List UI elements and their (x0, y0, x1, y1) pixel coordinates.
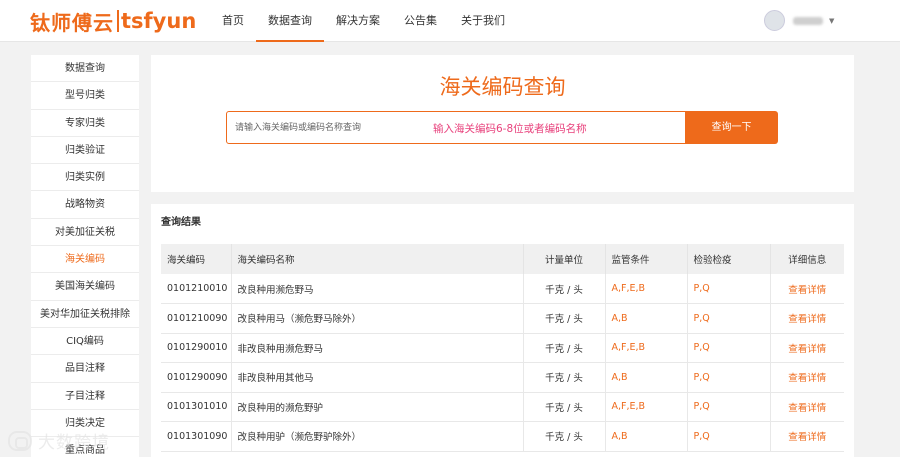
table-row: 0101290090 非改良种用其他马 千克 / 头 A,B P,Q 查看详情 (161, 362, 844, 393)
cell-unit: 千克 / 头 (523, 274, 606, 304)
table-row: 0101301010 改良种用的濒危野驴 千克 / 头 A,F,E,B P,Q … (161, 392, 844, 422)
cell-supervision: A,F,E,B (605, 392, 688, 422)
watermark-logo-icon (8, 430, 32, 451)
avatar[interactable] (764, 10, 785, 31)
cell-supervision: A,F,E,B (605, 333, 688, 363)
logo-divider (117, 10, 119, 32)
sidebar-item-customs-code[interactable]: 海关编码 (31, 246, 139, 274)
cell-code: 0101301010 (161, 392, 232, 422)
cell-unit: 千克 / 头 (523, 303, 606, 334)
user-menu[interactable]: ▼ (764, 10, 834, 31)
cell-supervision: A,F,E,B (605, 274, 688, 304)
cell-inspection: P,Q (687, 274, 771, 304)
cell-inspection: P,Q (687, 362, 771, 393)
view-detail-link[interactable]: 查看详情 (770, 333, 844, 363)
results-panel: 查询结果 海关编码 海关编码名称 计量单位 监管条件 检验检疫 详细信息 010… (151, 204, 854, 457)
cell-code: 0101290010 (161, 333, 232, 363)
col-header-detail: 详细信息 (770, 244, 844, 274)
cell-name: 改良种用马（濒危野马除外） (231, 303, 524, 334)
table-row: 0101290010 非改良种用濒危野马 千克 / 头 A,F,E,B P,Q … (161, 333, 844, 363)
table-header-row: 海关编码 海关编码名称 计量单位 监管条件 检验检疫 详细信息 (161, 244, 844, 274)
nav-data-query[interactable]: 数据查询 (256, 0, 324, 42)
search-button[interactable]: 查询一下 (685, 111, 778, 144)
sidebar-item-ciq-code[interactable]: CIQ编码 (31, 328, 139, 356)
sidebar-item-data-query[interactable]: 数据查询 (31, 55, 139, 83)
results-table: 海关编码 海关编码名称 计量单位 监管条件 检验检疫 详细信息 01012100… (161, 244, 844, 452)
col-header-code: 海关编码 (161, 244, 232, 274)
cell-name: 改良种用濒危野马 (231, 274, 524, 304)
sidebar-item-classification-examples[interactable]: 归类实例 (31, 164, 139, 192)
search-panel: 海关编码查询 输入海关编码6-8位或者编码名称 查询一下 (151, 55, 854, 192)
cell-inspection: P,Q (687, 392, 771, 422)
sidebar-item-classification-verify[interactable]: 归类验证 (31, 137, 139, 165)
cell-unit: 千克 / 头 (523, 392, 606, 422)
cell-inspection: P,Q (687, 421, 771, 452)
cell-inspection: P,Q (687, 303, 771, 334)
cell-supervision: A,B (605, 303, 688, 334)
cell-name: 改良种用的濒危野驴 (231, 392, 524, 422)
chevron-down-icon[interactable]: ▼ (829, 17, 834, 25)
sidebar-item-us-tariffs[interactable]: 对美加征关税 (31, 219, 139, 247)
view-detail-link[interactable]: 查看详情 (770, 421, 844, 452)
cell-name: 非改良种用其他马 (231, 362, 524, 393)
sidebar-item-tariff-exclusion[interactable]: 美对华加征关税排除 (31, 301, 139, 328)
sidebar-item-subheading-notes[interactable]: 子目注释 (31, 383, 139, 410)
cell-supervision: A,B (605, 421, 688, 452)
nav-about-us[interactable]: 关于我们 (449, 0, 517, 42)
col-header-name: 海关编码名称 (231, 244, 524, 274)
sidebar-item-us-customs-code[interactable]: 美国海关编码 (31, 273, 139, 301)
watermark-text: 大数跨境 (38, 433, 110, 453)
table-row: 0101301090 改良种用驴（濒危野驴除外） 千克 / 头 A,B P,Q … (161, 421, 844, 452)
search-hint: 输入海关编码6-8位或者编码名称 (433, 123, 587, 135)
cell-code: 0101290090 (161, 362, 232, 393)
username-blurred (793, 16, 823, 25)
cell-inspection: P,Q (687, 333, 771, 363)
sidebar: 数据查询 型号归类 专家归类 归类验证 归类实例 战略物资 对美加征关税 海关编… (31, 55, 139, 457)
top-header: 钛师傅云 tsfyun 首页 数据查询 解决方案 公告集 关于我们 ▼ (0, 0, 900, 42)
sidebar-item-heading-notes[interactable]: 品目注释 (31, 355, 139, 383)
logo-english-text: tsfyun (121, 9, 197, 33)
cell-code: 0101210010 (161, 274, 232, 304)
cell-code: 0101301090 (161, 421, 232, 452)
cell-name: 非改良种用濒危野马 (231, 333, 524, 363)
search-box[interactable]: 输入海关编码6-8位或者编码名称 (226, 111, 686, 144)
nav-home[interactable]: 首页 (210, 0, 256, 42)
col-header-unit: 计量单位 (523, 244, 606, 274)
col-header-inspection: 检验检疫 (687, 244, 771, 274)
search-input[interactable] (235, 112, 425, 143)
view-detail-link[interactable]: 查看详情 (770, 392, 844, 422)
sidebar-item-expert-classification[interactable]: 专家归类 (31, 110, 139, 137)
cell-supervision: A,B (605, 362, 688, 393)
cell-unit: 千克 / 头 (523, 421, 606, 452)
main-nav: 首页 数据查询 解决方案 公告集 关于我们 (210, 0, 517, 42)
sidebar-item-model-classification[interactable]: 型号归类 (31, 82, 139, 110)
logo-chinese-text: 钛师傅云 (30, 10, 114, 35)
results-title: 查询结果 (161, 217, 201, 228)
nav-solutions[interactable]: 解决方案 (324, 0, 392, 42)
cell-name: 改良种用驴（濒危野驴除外） (231, 421, 524, 452)
table-row: 0101210090 改良种用马（濒危野马除外） 千克 / 头 A,B P,Q … (161, 303, 844, 334)
sidebar-item-strategic-goods[interactable]: 战略物资 (31, 191, 139, 219)
site-logo[interactable]: 钛师傅云 tsfyun (30, 8, 197, 35)
col-header-supervision: 监管条件 (605, 244, 688, 274)
view-detail-link[interactable]: 查看详情 (770, 362, 844, 393)
watermark: 大数跨境 (8, 428, 110, 453)
cell-unit: 千克 / 头 (523, 333, 606, 363)
page-title: 海关编码查询 (439, 75, 566, 99)
cell-unit: 千克 / 头 (523, 362, 606, 393)
view-detail-link[interactable]: 查看详情 (770, 303, 844, 334)
view-detail-link[interactable]: 查看详情 (770, 274, 844, 304)
table-row: 0101210010 改良种用濒危野马 千克 / 头 A,F,E,B P,Q 查… (161, 274, 844, 304)
cell-code: 0101210090 (161, 303, 232, 334)
nav-announcements[interactable]: 公告集 (392, 0, 449, 42)
